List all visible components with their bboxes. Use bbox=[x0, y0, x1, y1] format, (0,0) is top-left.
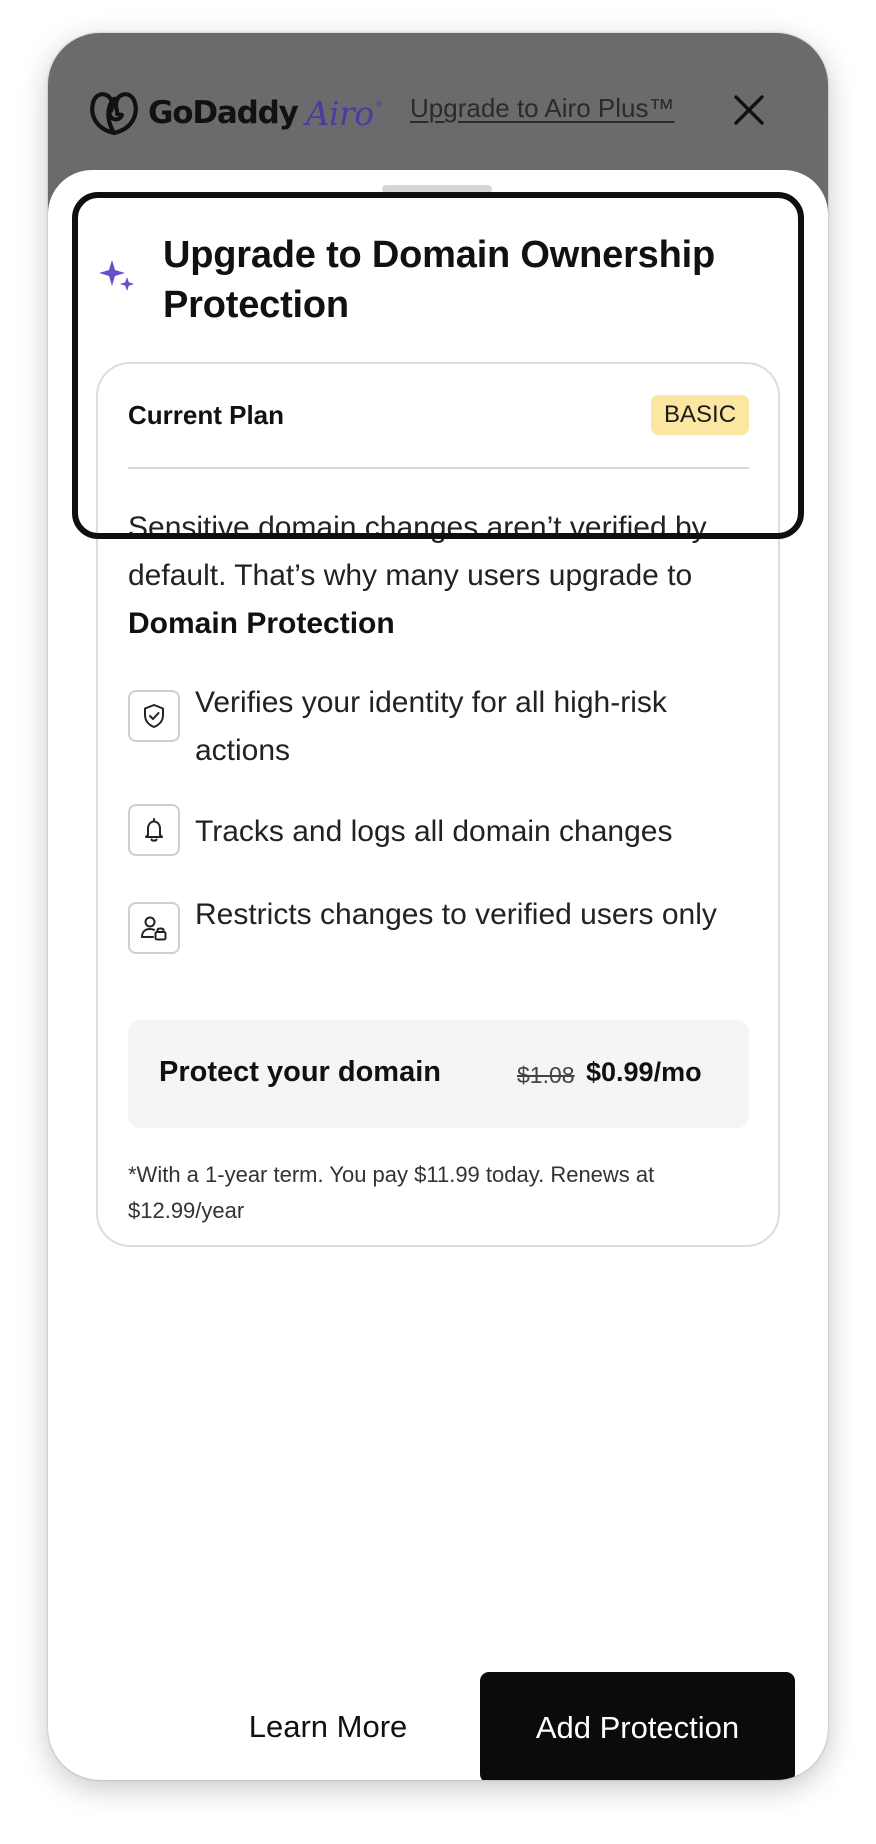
upgrade-airo-plus-link[interactable]: Upgrade to Airo Plus™ bbox=[410, 93, 674, 124]
user-lock-icon bbox=[141, 916, 167, 941]
logo-registered-mark: ® bbox=[375, 99, 383, 109]
divider bbox=[128, 467, 749, 469]
logo-godaddy-text: GoDaddy bbox=[148, 95, 299, 131]
add-protection-button[interactable]: Add Protection bbox=[480, 1672, 795, 1780]
sparkle-icon bbox=[99, 260, 134, 291]
sheet-title: Upgrade to Domain Ownership Protection bbox=[163, 234, 715, 326]
plan-description-text: Sensitive domain changes aren’t verified… bbox=[128, 511, 707, 592]
bell-icon bbox=[145, 818, 163, 842]
plan-description-bold: Domain Protection bbox=[128, 607, 395, 640]
godaddy-logo-icon bbox=[90, 92, 138, 136]
phone-frame: GoDaddy Airo ® Upgrade to Airo Plus™ Upg… bbox=[48, 33, 828, 1780]
feature-text: Tracks and logs all domain changes bbox=[195, 815, 673, 848]
bottom-sheet: Upgrade to Domain Ownership Protection C… bbox=[48, 170, 828, 1780]
plan-description: Sensitive domain changes aren’t verified… bbox=[128, 504, 758, 648]
close-button[interactable] bbox=[728, 89, 770, 131]
shield-check-icon bbox=[144, 704, 164, 728]
top-bar: GoDaddy Airo ® Upgrade to Airo Plus™ bbox=[48, 33, 828, 183]
original-price: $1.08 bbox=[517, 1062, 575, 1088]
discounted-price: $0.99/mo bbox=[586, 1057, 702, 1087]
price-label: Protect your domain bbox=[159, 1056, 441, 1088]
plan-badge: BASIC bbox=[651, 395, 750, 435]
feature-icon-box bbox=[128, 804, 180, 856]
learn-more-button[interactable]: Learn More bbox=[203, 1672, 453, 1780]
plan-card: Current Plan BASIC Sensitive domain chan… bbox=[96, 362, 780, 1247]
fine-print: *With a 1-year term. You pay $11.99 toda… bbox=[128, 1162, 655, 1223]
sheet-drag-handle[interactable] bbox=[382, 185, 492, 193]
feature-text: Verifies your identity for all high-risk… bbox=[195, 686, 667, 767]
godaddy-airo-logo: GoDaddy Airo ® bbox=[88, 85, 382, 141]
price-box: Protect your domain $1.08 $0.99/mo bbox=[128, 1020, 749, 1128]
logo-airo-text: Airo bbox=[305, 93, 375, 133]
feature-icon-box bbox=[128, 902, 180, 954]
close-icon bbox=[734, 95, 764, 125]
feature-icon-box bbox=[128, 690, 180, 742]
feature-text: Restricts changes to verified users only bbox=[195, 898, 717, 931]
current-plan-label: Current Plan bbox=[128, 400, 285, 430]
